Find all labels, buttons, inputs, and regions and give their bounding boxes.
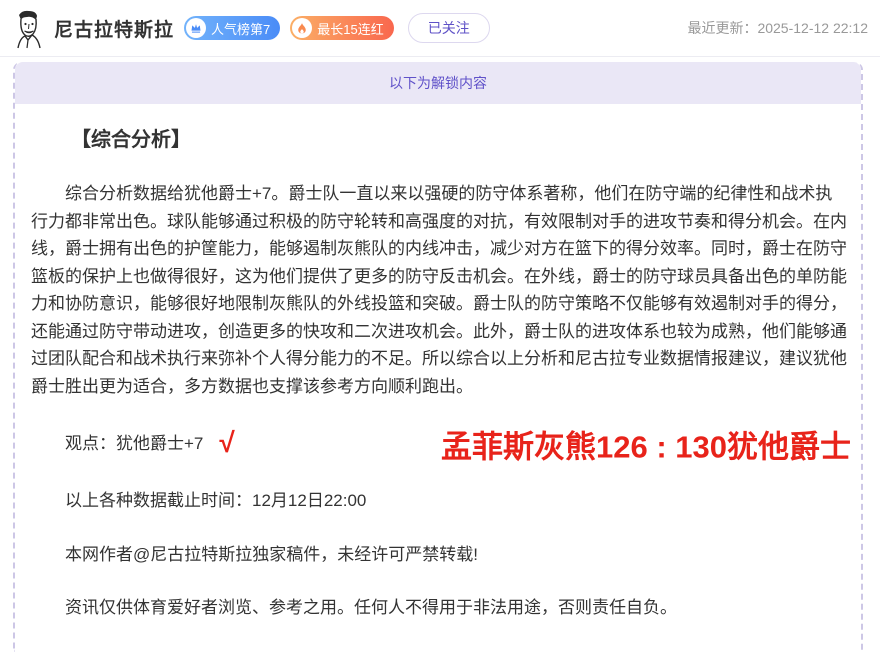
popularity-rank-badge: 人气榜第7 <box>184 16 280 40</box>
last-updated-text: 最近更新：2025-12-12 22:12 <box>687 18 868 38</box>
popularity-rank-label: 人气榜第7 <box>211 19 270 38</box>
win-streak-badge: 最长15连红 <box>290 16 393 40</box>
disclaimer-line: 资讯仅供体育爱好者浏览、参考之用。任何人不得用于非法用途，否则责任自负。 <box>31 594 847 622</box>
flame-icon <box>292 18 312 38</box>
data-cutoff-line: 以上各种数据截止时间：12月12日22:00 <box>31 487 847 515</box>
followed-button[interactable]: 已关注 <box>408 13 490 43</box>
author-name: 尼古拉特斯拉 <box>54 15 174 42</box>
copyright-line: 本网作者@尼古拉特斯拉独家稿件，未经许可严禁转载! <box>31 541 847 569</box>
final-score-text: 孟菲斯灰熊126 : 130犹他爵士 <box>441 421 851 466</box>
article-content: 【综合分析】 综合分析数据给犹他爵士+7。爵士队一直以来以强硬的防守体系著称，他… <box>15 104 861 652</box>
viewpoint-row: 观点：犹他爵士+7√ 孟菲斯灰熊126 : 130犹他爵士 <box>31 426 847 461</box>
avatar[interactable] <box>8 7 48 51</box>
win-checkmark: √ <box>219 427 234 458</box>
profile-header: 尼古拉特斯拉 人气榜第7 最长15连红 已关注 最近更新：2025-12-12 … <box>0 0 880 57</box>
tesla-sketch-portrait <box>8 7 48 51</box>
win-streak-label: 最长15连红 <box>317 19 383 38</box>
viewpoint-label: 观点：犹他爵士+7 <box>65 434 203 453</box>
analysis-paragraph: 综合分析数据给犹他爵士+7。爵士队一直以来以强硬的防守体系著称，他们在防守端的纪… <box>31 180 847 400</box>
unlock-banner: 以下为解锁内容 <box>15 62 861 104</box>
crown-icon <box>186 18 206 38</box>
unlocked-content-panel: 以下为解锁内容 【综合分析】 综合分析数据给犹他爵士+7。爵士队一直以来以强硬的… <box>13 62 863 652</box>
section-heading: 【综合分析】 <box>31 126 847 154</box>
